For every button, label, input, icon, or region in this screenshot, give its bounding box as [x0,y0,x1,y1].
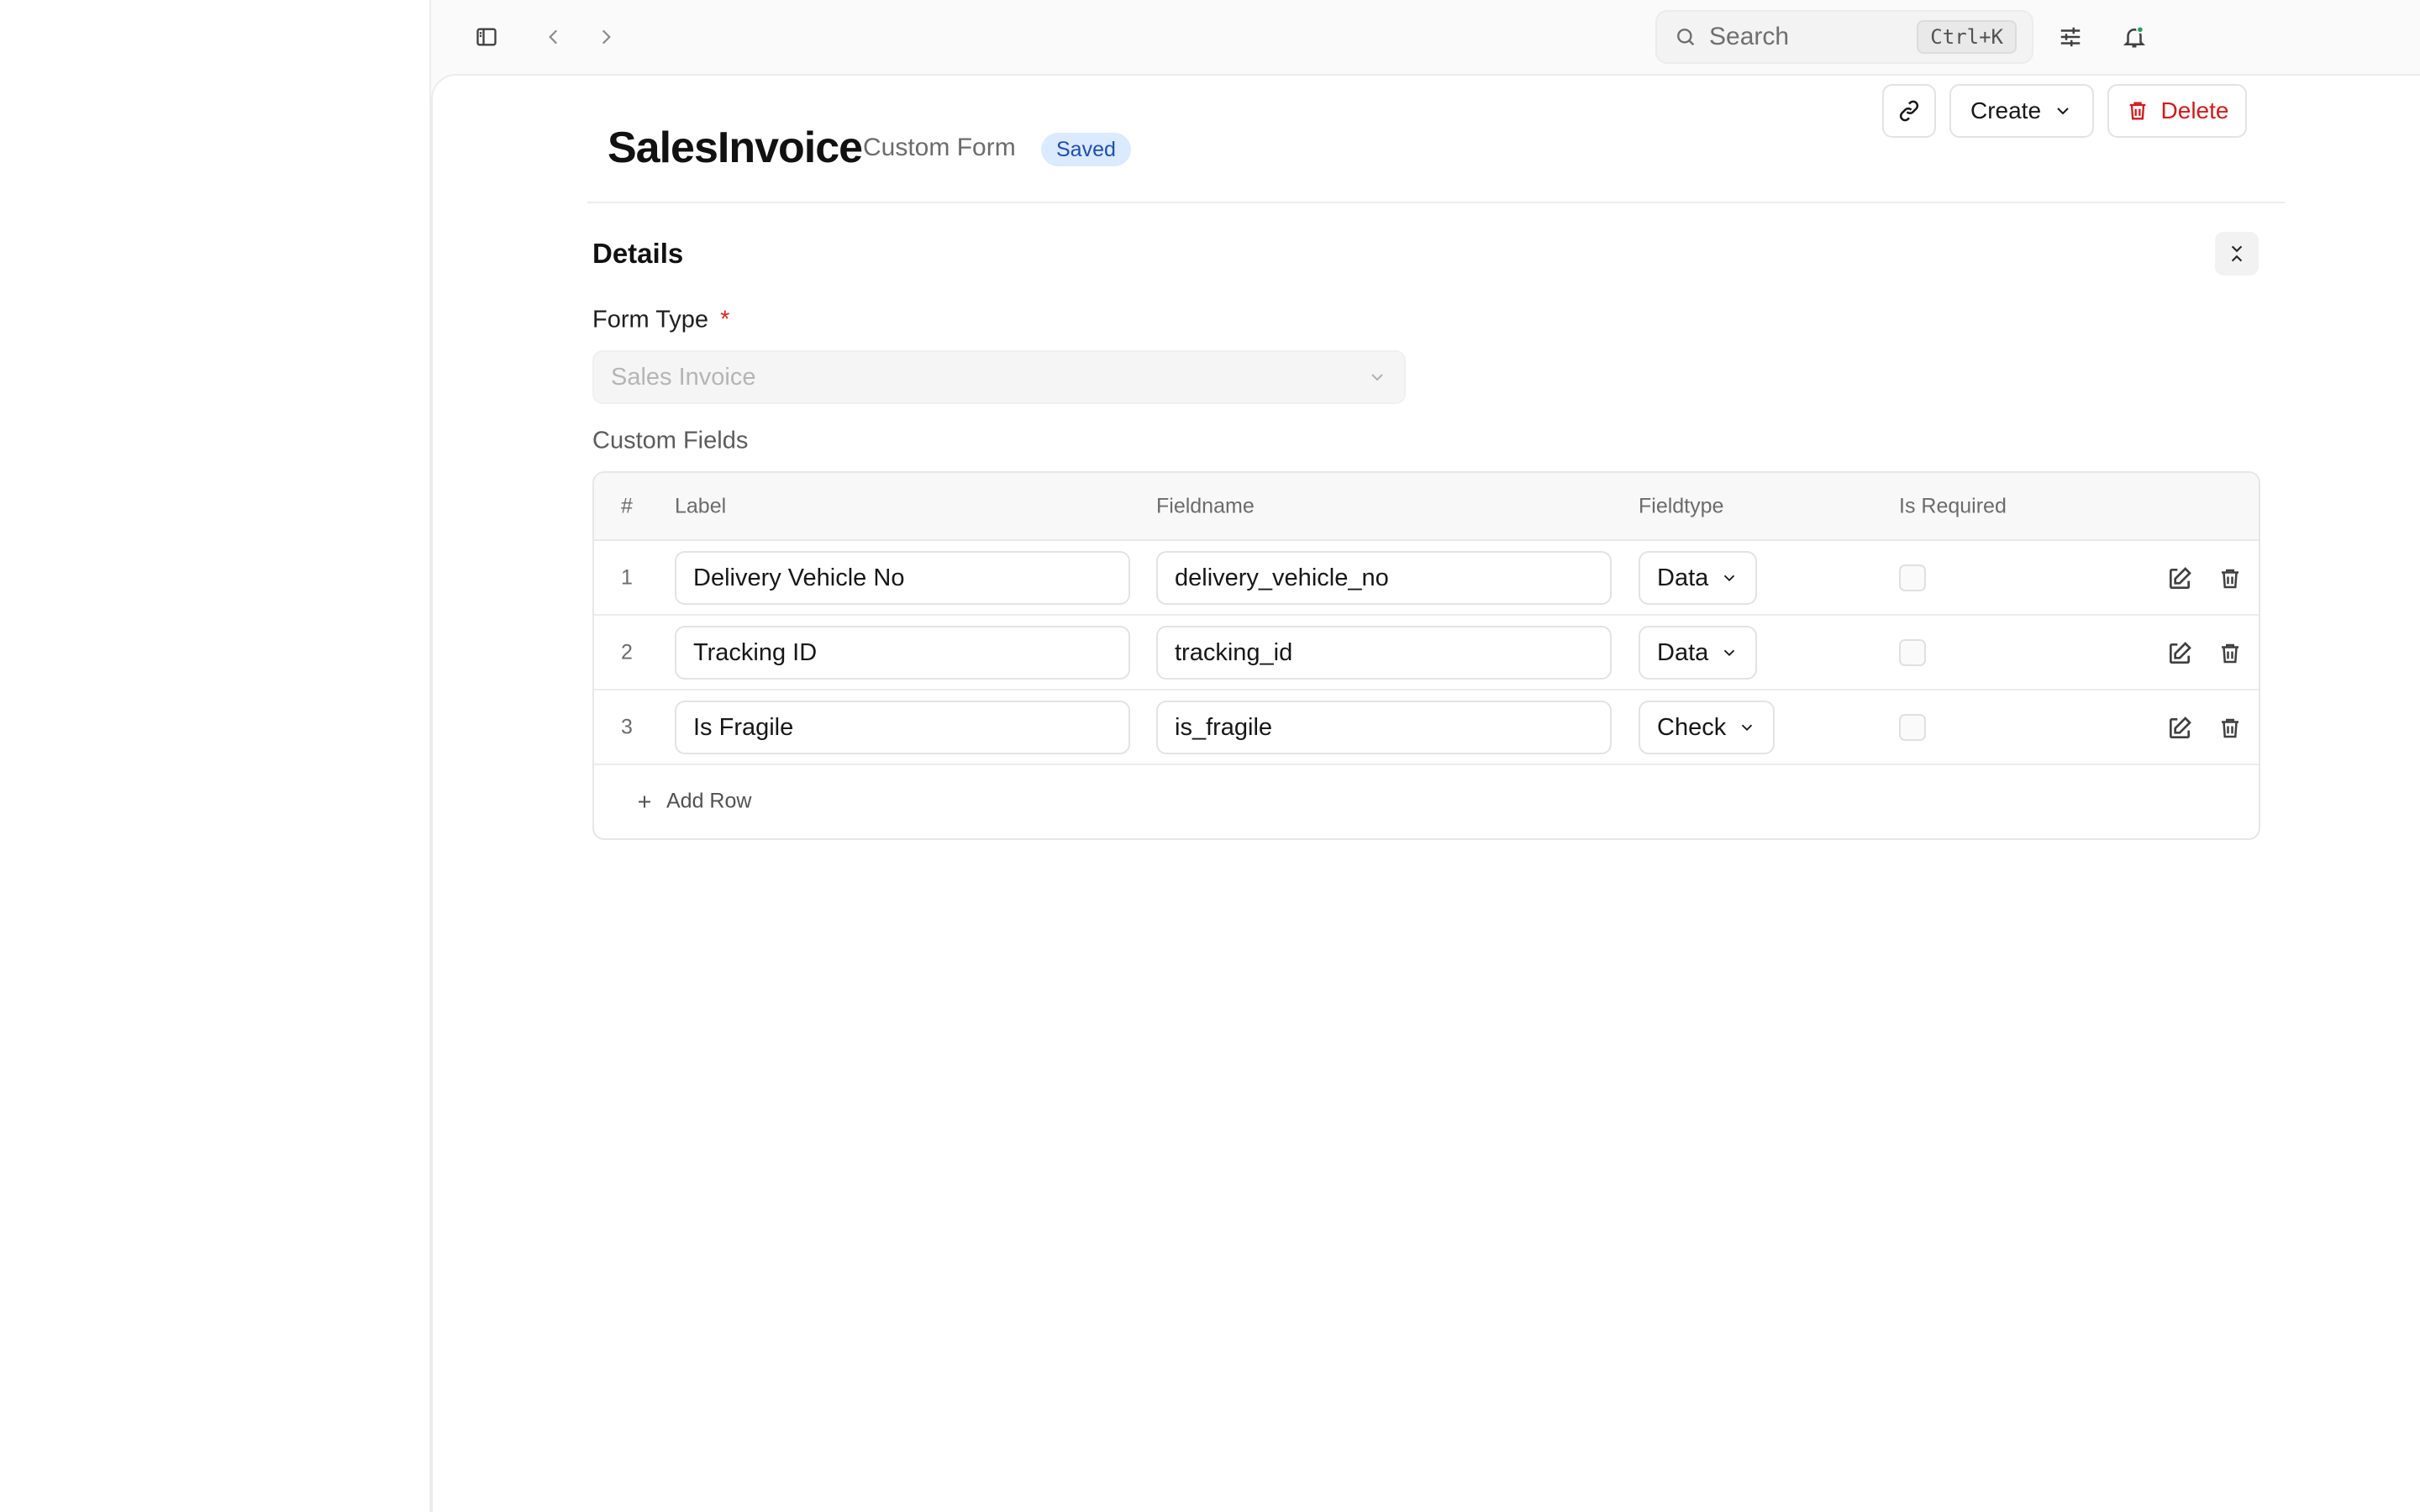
search-icon [1674,25,1697,49]
collapse-icon [2226,243,2248,265]
create-label: Create [1970,97,2042,123]
form-type-value: Sales Invoice [611,363,756,391]
custom-fields-label: Custom Fields [592,427,749,454]
edit-row-button[interactable] [2165,564,2194,593]
section-title: Details [592,238,684,269]
label-input[interactable]: Delivery Vehicle No [675,551,1130,605]
form-type-label: Form Type * [592,307,729,334]
link-icon [1897,98,1922,123]
delete-button[interactable]: Delete [2107,84,2247,138]
column-header-fieldname: Fieldname [1156,494,1255,518]
filters-button[interactable] [2047,13,2094,60]
chevron-down-icon [1367,367,1387,387]
column-header-index: # [621,494,633,518]
chevron-down-icon [2053,101,2073,121]
fieldtype-select[interactable]: Check [1639,701,1776,754]
create-dropdown-button[interactable]: Create [1949,84,2094,138]
sliders-icon [2058,24,2083,50]
row-index: 3 [621,715,633,739]
fieldname-input[interactable]: tracking_id [1156,626,1612,680]
sidebar [0,0,431,1512]
fieldname-input[interactable]: delivery_vehicle_no [1156,551,1612,605]
chevron-left-icon [543,26,565,48]
chevron-down-icon [1720,643,1739,662]
row-index: 1 [621,565,633,590]
sidebar-toggle-button[interactable] [463,13,510,60]
table-row: 3 Is Fragile is_fragile Check [594,690,2259,765]
chevron-right-icon [595,26,617,48]
form-type-label-text: Form Type [592,306,709,333]
column-header-is-required: Is Required [1899,494,2007,518]
search-bar[interactable]: Search Ctrl+K [1655,10,2033,64]
fieldname-input[interactable]: is_fragile [1156,701,1612,754]
fieldtype-value: Check [1657,713,1727,741]
status-badge: Saved [1041,133,1131,166]
collapse-section-button[interactable] [2215,232,2259,276]
add-row-button[interactable]: Add Row [634,790,751,814]
custom-fields-table: # Label Fieldname Fieldtype Is Required … [592,471,2260,840]
sidebar-toggle-icon [475,25,498,49]
back-button[interactable] [530,13,577,60]
is-required-checkbox[interactable] [1899,714,1926,741]
fieldtype-value: Data [1657,638,1709,666]
table-row: 2 Tracking ID tracking_id Data [594,616,2259,690]
delete-row-button[interactable] [2216,564,2244,593]
fieldtype-select[interactable]: Data [1639,551,1758,605]
top-bar: Search Ctrl+K [431,0,2420,74]
edit-row-button[interactable] [2165,639,2194,668]
trash-icon [2126,99,2149,123]
table-row: 1 Delivery Vehicle No delivery_vehicle_n… [594,541,2259,616]
column-header-label: Label [675,494,727,518]
trash-icon [2217,716,2243,741]
forward-button[interactable] [582,13,629,60]
copy-link-button[interactable] [1882,84,1936,138]
edit-row-button[interactable] [2165,714,2194,743]
form-type-select[interactable]: Sales Invoice [592,350,1406,404]
search-placeholder: Search [1709,23,1790,50]
label-input[interactable]: Is Fragile [675,701,1130,754]
trash-icon [2217,566,2243,591]
search-shortcut: Ctrl+K [1917,20,2017,54]
fieldtype-select[interactable]: Data [1639,626,1758,680]
row-index: 2 [621,640,633,664]
label-input[interactable]: Tracking ID [675,626,1130,680]
chevron-down-icon [1720,569,1739,587]
trash-icon [2217,641,2243,666]
bell-icon [2122,24,2147,50]
chevron-down-icon [1738,718,1756,737]
page-subtitle: Custom Form [863,134,1016,161]
table-header: # Label Fieldname Fieldtype Is Required [594,473,2259,541]
delete-label: Delete [2160,97,2229,123]
is-required-checkbox[interactable] [1899,639,1926,666]
delete-row-button[interactable] [2216,639,2244,668]
edit-icon [2166,715,2193,742]
is-required-checkbox[interactable] [1899,564,1926,591]
edit-icon [2166,565,2193,592]
edit-icon [2166,640,2193,667]
notifications-button[interactable] [2111,13,2158,60]
required-mark: * [720,306,730,333]
add-row-label: Add Row [666,789,752,813]
fieldtype-value: Data [1657,564,1709,591]
plus-icon [634,791,655,811]
page-title: SalesInvoice [608,123,863,172]
delete-row-button[interactable] [2216,714,2244,743]
column-header-fieldtype: Fieldtype [1639,494,1724,518]
